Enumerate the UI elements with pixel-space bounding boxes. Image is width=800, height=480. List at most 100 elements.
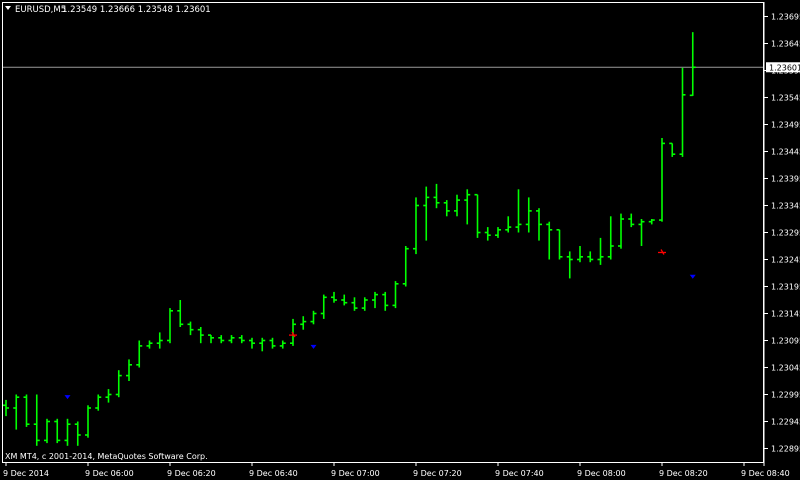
ohlc-bar [300, 316, 307, 330]
time-tick-label: 9 Dec 08:00 [577, 469, 626, 478]
ohlc-bar [597, 237, 604, 265]
current-price-label: 1.23601 [769, 63, 800, 72]
sell-arrow-icon [689, 274, 696, 279]
ohlc-bar [351, 297, 358, 311]
ohlc-bar [320, 294, 327, 319]
ohlc-bar [525, 197, 532, 233]
ohlc-bar [187, 321, 194, 336]
price-tick-label: 1.23245 [771, 256, 800, 265]
price-chart[interactable]: 1.236951.236451.235951.235451.234951.234… [0, 0, 800, 480]
time-tick-label: 9 Dec 06:20 [167, 469, 216, 478]
ohlc-bar [310, 310, 317, 325]
ohlc-bar [648, 219, 655, 225]
ohlc-bar [3, 399, 9, 417]
time-tick-label: 9 Dec 08:40 [741, 469, 790, 478]
price-tick-label: 1.23045 [771, 364, 800, 373]
price-tick-label: 1.23295 [771, 229, 800, 238]
ohlc-bar [423, 186, 430, 241]
ohlc-bar [218, 335, 225, 344]
price-tick-label: 1.23545 [771, 94, 800, 103]
time-tick-label: 9 Dec 07:40 [495, 469, 544, 478]
price-tick-label: 1.22895 [771, 445, 800, 454]
time-tick-label: 9 Dec 2014 [3, 469, 49, 478]
ohlc-bar [628, 213, 635, 228]
sell-arrow-icon [64, 395, 71, 400]
sell-arrow-icon [310, 344, 317, 349]
ohlc-bar [638, 219, 645, 246]
plot-frame [2, 2, 764, 463]
ohlc-bar [402, 246, 409, 287]
ohlc-bar [659, 138, 665, 222]
ohlc-bar [331, 291, 337, 303]
ohlc-bar [33, 394, 40, 446]
ohlc-bar [546, 221, 553, 260]
ohlc-bar [126, 359, 132, 381]
ohlc-bar [23, 394, 30, 427]
time-tick-label: 9 Dec 07:00 [331, 469, 380, 478]
price-tick-label: 1.23095 [771, 337, 800, 346]
time-tick-label: 9 Dec 08:20 [659, 469, 708, 478]
chart-header: EURUSD,M5 1.23549 1.23666 1.23548 1.2360… [5, 5, 211, 15]
price-tick-label: 1.23645 [771, 40, 800, 49]
time-tick-label: 9 Dec 06:40 [249, 469, 298, 478]
ohlc-bar [238, 335, 245, 344]
symbol-label: EURUSD,M5 [15, 5, 66, 15]
ohlc-bar [669, 142, 676, 157]
ohlc-bar [413, 197, 419, 255]
ohlc-bar [105, 389, 112, 403]
ohlc-bar [228, 335, 235, 344]
time-tick-label: 9 Dec 06:00 [85, 469, 134, 478]
ohlc-bar [279, 340, 286, 349]
ohlc-bar [505, 216, 512, 233]
ohlc-bar [95, 394, 102, 411]
ohlc-bar [495, 227, 501, 238]
ohlc-bar [197, 327, 204, 344]
ohlc-bar [587, 251, 594, 263]
ohlc-bar [556, 229, 563, 260]
time-axis: 9 Dec 2014 9 Dec 06:00 9 Dec 06:20 9 Dec 06… [3, 462, 790, 478]
ohlc-bar [136, 340, 143, 368]
ohlc-bar [290, 318, 296, 346]
dropdown-triangle-icon[interactable] [5, 6, 11, 10]
ohlc-bar [156, 332, 163, 349]
ohlc-bar [54, 418, 61, 444]
ohlc-bar [382, 291, 389, 311]
ohlc-bar [259, 337, 266, 352]
price-tick-label: 1.23495 [771, 121, 800, 130]
price-tick-label: 1.23395 [771, 175, 800, 184]
price-tick-label: 1.23145 [771, 310, 800, 319]
ohlc-bar [618, 213, 624, 249]
copyright-text: XM MT4, c 2001-2014, MetaQuotes Software… [5, 452, 208, 461]
price-tick-label: 1.23195 [771, 283, 800, 292]
chart-window[interactable]: 1.236951.236451.235951.235451.234951.234… [0, 0, 800, 480]
ohlc-bar [577, 246, 583, 263]
trade-signals [64, 249, 696, 400]
ohlc-bar [392, 281, 399, 309]
price-tick-label: 1.23695 [771, 13, 800, 22]
ohlc-bar [74, 421, 81, 446]
ohlc-bar [44, 418, 50, 444]
ohlc-bar [679, 67, 686, 157]
ohlc-bar [566, 251, 573, 279]
ohlc-bar [177, 300, 184, 327]
ohlc-bar [536, 208, 542, 241]
ohlc-bar [515, 189, 522, 233]
ohlc-bar [249, 337, 255, 349]
ohlc-bar [85, 405, 91, 438]
price-tick-label: 1.23445 [771, 148, 800, 157]
ohlc-bar [269, 337, 276, 349]
buy-arrow-icon [658, 249, 666, 255]
ohlc-bar [361, 297, 368, 311]
ohlc-bar [13, 394, 20, 430]
ohlc-bar [433, 183, 440, 209]
ohlc-bar [443, 200, 450, 217]
ohlc-bars [3, 32, 696, 446]
ohlc-bar [484, 227, 491, 241]
ohlc-bar [167, 308, 173, 344]
ohlc-bar [341, 294, 348, 306]
ohlc-bar [372, 291, 378, 309]
ohlc-bar [115, 370, 122, 398]
ohlc-bar [454, 194, 460, 217]
ohlc-bar [64, 418, 71, 446]
ohlc-bar [474, 193, 481, 238]
